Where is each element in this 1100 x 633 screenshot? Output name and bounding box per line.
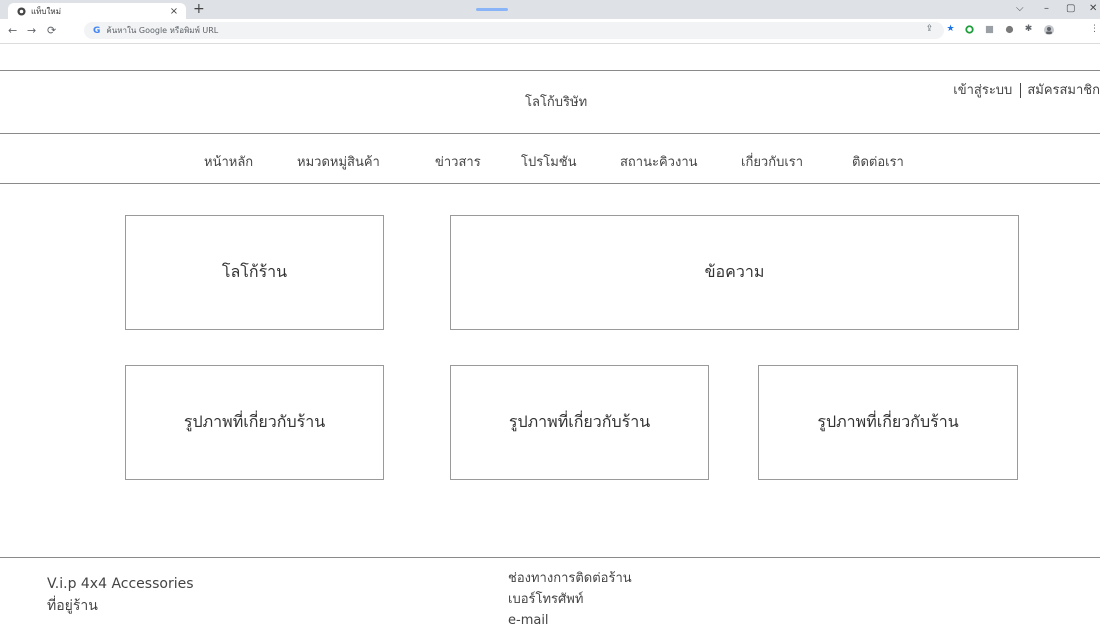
minimize-icon[interactable]: –	[1044, 3, 1049, 14]
chrome-favicon-icon	[17, 6, 26, 16]
footer-email: e-mail	[508, 613, 549, 628]
new-tab-button[interactable]: +	[193, 1, 205, 17]
bookmark-star-icon[interactable]: ★	[946, 25, 955, 34]
footer-phone: เบอร์โทรศัพท์	[508, 592, 584, 607]
footer-contact-channel: ช่องทางการติดต่อร้าน	[508, 571, 632, 586]
shop-image-box: รูปภาพที่เกี่ยวกับร้าน	[125, 365, 384, 480]
forward-icon[interactable]: →	[27, 24, 36, 37]
extensions-puzzle-icon[interactable]: ✱	[1024, 25, 1033, 34]
company-logo: โลโก้บริษัท	[525, 95, 588, 110]
nav-item-promotion[interactable]: โปรโมชัน	[521, 151, 576, 172]
nav-item-home[interactable]: หน้าหลัก	[204, 151, 253, 172]
message-box: ข้อความ	[450, 215, 1019, 330]
footer-address: ที่อยู่ร้าน	[47, 598, 98, 614]
tab-search-icon[interactable]: ⌵	[1016, 3, 1024, 14]
address-bar-row: ← → ⟳ G ค้นหาใน Google หรือพิมพ์ URL ⇪ ★…	[0, 19, 1100, 44]
nav-item-categories[interactable]: หมวดหมู่สินค้า	[297, 151, 380, 172]
main-navigation: หน้าหลัก หมวดหมู่สินค้า ข่าวสาร โปรโมชัน…	[0, 133, 1100, 184]
maximize-icon[interactable]: ▢	[1066, 3, 1075, 14]
profile-avatar-icon[interactable]	[1044, 25, 1054, 35]
shop-logo-box: โลโก้ร้าน	[125, 215, 384, 330]
browser-tab[interactable]: แท็บใหม่ ×	[8, 3, 186, 19]
omnibox[interactable]: G ค้นหาใน Google หรือพิมพ์ URL	[84, 22, 944, 39]
shop-image-box: รูปภาพที่เกี่ยวกับร้าน	[450, 365, 709, 480]
auth-links: เข้าสู่ระบบ สมัครสมาชิก	[953, 79, 1100, 100]
browser-tab-strip: แท็บใหม่ × + ⌵ – ▢ ✕	[0, 0, 1100, 19]
back-icon[interactable]: ←	[8, 24, 17, 37]
site-header: โลโก้บริษัท เข้าสู่ระบบ สมัครสมาชิก	[0, 70, 1100, 134]
tab-close-icon[interactable]: ×	[168, 6, 180, 17]
tab-strip-accent	[476, 8, 508, 11]
nav-item-about[interactable]: เกี่ยวกับเรา	[741, 151, 803, 172]
footer-shop-info: V.i.p 4x4 Accessories ที่อยู่ร้าน	[47, 573, 194, 617]
nav-item-news[interactable]: ข่าวสาร	[435, 151, 481, 172]
browser-tab-title: แท็บใหม่	[31, 6, 61, 16]
footer-shop-name: V.i.p 4x4 Accessories	[47, 576, 194, 592]
login-link[interactable]: เข้าสู่ระบบ	[953, 83, 1012, 98]
menu-kebab-icon[interactable]: ⋮	[1090, 25, 1099, 34]
extension-square-icon[interactable]	[985, 25, 994, 34]
nav-item-queue-status[interactable]: สถานะคิวงาน	[620, 151, 698, 172]
extension-green-icon[interactable]	[965, 25, 974, 34]
omnibox-placeholder: ค้นหาใน Google หรือพิมพ์ URL	[106, 26, 219, 35]
share-icon[interactable]: ⇪	[925, 25, 934, 34]
reload-icon[interactable]: ⟳	[47, 24, 56, 37]
google-icon: G	[93, 25, 101, 36]
shop-image-box: รูปภาพที่เกี่ยวกับร้าน	[758, 365, 1018, 480]
register-link[interactable]: สมัครสมาชิก	[1027, 83, 1100, 98]
auth-divider	[1020, 83, 1022, 98]
footer-contact-info: ช่องทางการติดต่อร้าน เบอร์โทรศัพท์ e-mai…	[508, 568, 632, 631]
content-divider	[0, 557, 1100, 558]
extension-circle-icon[interactable]	[1005, 25, 1014, 34]
close-window-icon[interactable]: ✕	[1089, 3, 1097, 14]
nav-item-contact[interactable]: ติดต่อเรา	[852, 151, 904, 172]
